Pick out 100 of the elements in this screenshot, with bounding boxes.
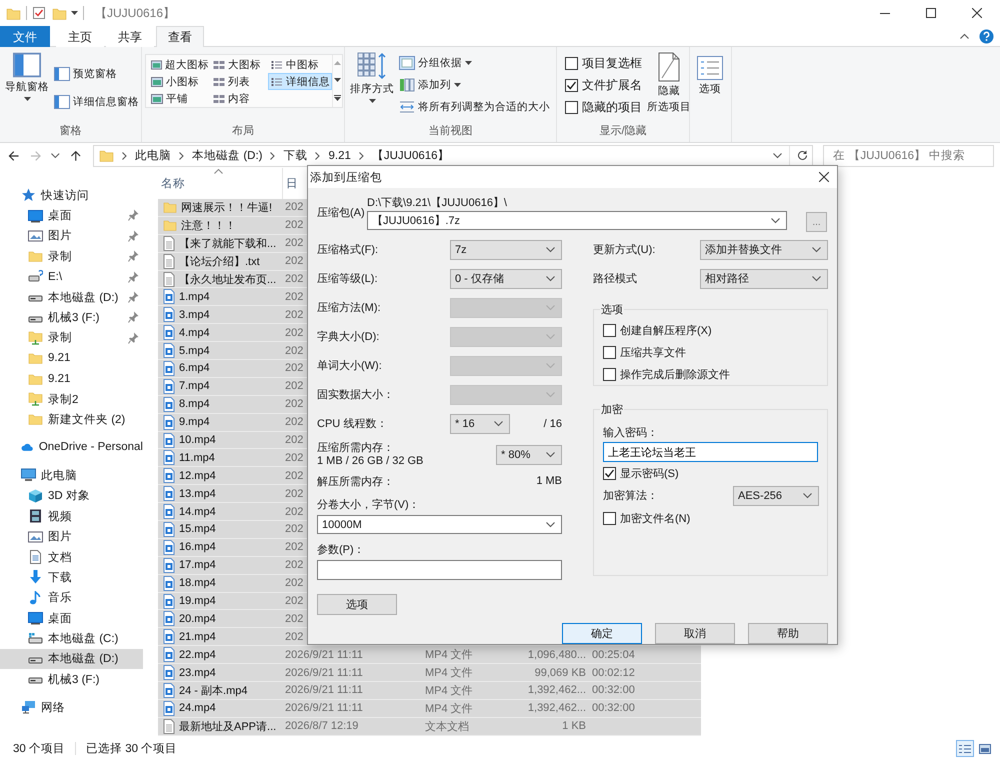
sidebar-item[interactable]: 新建文件夹 (2) bbox=[0, 409, 143, 430]
checkbox[interactable] bbox=[603, 368, 616, 380]
sidebar-item[interactable]: 机械3 (F:) bbox=[0, 307, 143, 328]
dropdown[interactable]: AES-256 bbox=[733, 486, 819, 506]
sidebar-item[interactable]: 录制 bbox=[0, 246, 143, 267]
breadcrumb[interactable]: 【JUJU0616】 bbox=[372, 148, 450, 163]
pin-icon[interactable] bbox=[128, 250, 139, 262]
pin-icon[interactable] bbox=[128, 209, 139, 222]
pin-icon[interactable] bbox=[128, 332, 139, 344]
combo-box[interactable]: 10000M bbox=[317, 515, 562, 534]
layout-option[interactable]: 详细信息 bbox=[268, 73, 332, 90]
breadcrumb[interactable]: 此电脑 bbox=[135, 148, 172, 163]
view-button[interactable]: 分组依据 bbox=[399, 52, 550, 74]
desktop-icon bbox=[28, 611, 43, 626]
refresh-icon[interactable] bbox=[797, 150, 808, 161]
collapse-ribbon-icon[interactable] bbox=[960, 33, 969, 39]
input-field[interactable] bbox=[317, 560, 562, 580]
sidebar-item[interactable]: 桌面 bbox=[0, 608, 143, 628]
help-icon[interactable] bbox=[979, 28, 994, 44]
pin-icon[interactable] bbox=[128, 290, 139, 303]
dropdown[interactable]: 0 - 仅存储 bbox=[450, 268, 562, 288]
back-arrow-icon[interactable] bbox=[8, 150, 20, 162]
sidebar-item[interactable]: 录制 bbox=[0, 328, 143, 348]
navigation-pane-button[interactable]: 导航窗格 bbox=[3, 52, 51, 118]
sidebar-item[interactable]: 图片 bbox=[0, 226, 143, 246]
file-row[interactable]: 24 - 副本.mp4 2026/9/21 11:11 MP4 文件 1,392,462... 00:32:00 bbox=[158, 682, 701, 700]
sidebar-item[interactable]: 9.21 bbox=[0, 368, 143, 389]
video-file-icon bbox=[163, 414, 175, 430]
breadcrumb[interactable]: 9.21 bbox=[328, 150, 351, 162]
layout-option[interactable]: 列表 bbox=[210, 73, 268, 90]
pin-icon[interactable] bbox=[128, 311, 139, 324]
layout-option[interactable]: 小图标 bbox=[148, 73, 210, 90]
details-view-button[interactable] bbox=[956, 740, 974, 757]
dropdown[interactable]: * 16 bbox=[450, 414, 510, 434]
checkbox[interactable] bbox=[565, 56, 578, 70]
dropdown[interactable]: 添加并替换文件 bbox=[700, 240, 828, 260]
checkbox[interactable] bbox=[603, 346, 616, 358]
breadcrumb[interactable]: 下载 bbox=[283, 148, 308, 163]
file-row[interactable]: 23.mp4 2026/9/21 11:11 MP4 文件 99,069 KB 00:02:12 bbox=[158, 664, 701, 682]
sidebar-item[interactable]: 快速访问 bbox=[0, 185, 143, 206]
pane-button[interactable]: 预览窗格 bbox=[54, 60, 139, 88]
layout-option[interactable]: 大图标 bbox=[210, 56, 268, 73]
dropdown[interactable]: * 80% bbox=[496, 444, 562, 464]
sidebar-item[interactable]: 录制2 bbox=[0, 388, 143, 410]
checkbox[interactable] bbox=[603, 324, 616, 336]
sort-button[interactable]: 排序方式 bbox=[348, 52, 396, 118]
options-button[interactable]: 选项 bbox=[317, 594, 397, 615]
dialog-button[interactable]: 取消 bbox=[655, 623, 735, 644]
sidebar-item[interactable]: E:\ bbox=[0, 266, 143, 287]
dropdown[interactable]: 7z bbox=[450, 240, 562, 260]
combo-box[interactable]: 【JUJU0616】.7z bbox=[367, 211, 787, 230]
checkbox[interactable] bbox=[565, 78, 578, 92]
file-name: 9.mp4 bbox=[179, 416, 210, 428]
ribbon-tab[interactable]: 文件 bbox=[0, 26, 50, 47]
layout-option[interactable]: 平铺 bbox=[148, 90, 210, 107]
file-size: 1,096,480... bbox=[528, 648, 586, 661]
search-field[interactable]: 在 【JUJU0616】 中搜索 bbox=[823, 144, 994, 166]
sidebar-item[interactable]: 本地磁盘 (D:) bbox=[0, 286, 143, 308]
file-row[interactable]: 22.mp4 2026/9/21 11:11 MP4 文件 1,096,480... 00:25:04 bbox=[158, 646, 701, 664]
dropdown[interactable]: 相对路径 bbox=[700, 268, 828, 288]
layout-option[interactable]: 内容 bbox=[210, 90, 268, 107]
sidebar-item[interactable]: 9.21 bbox=[0, 348, 143, 369]
sidebar-item[interactable]: 图片 bbox=[0, 526, 143, 547]
checkbox[interactable] bbox=[603, 512, 616, 524]
sidebar-item[interactable]: 下载 bbox=[0, 567, 143, 588]
pin-icon[interactable] bbox=[128, 270, 139, 283]
pane-button[interactable]: 详细信息窗格 bbox=[54, 88, 139, 116]
file-row[interactable]: 最新地址及APP请... 2026/8/7 12:19 文本文档 1 KB bbox=[158, 718, 701, 736]
checklist-icon[interactable] bbox=[32, 6, 46, 20]
sidebar-item[interactable]: 本地磁盘 (D:) bbox=[0, 648, 143, 670]
layout-option[interactable]: 超大图标 bbox=[148, 56, 210, 73]
sort-icon bbox=[357, 52, 387, 80]
more-icon[interactable] bbox=[334, 94, 341, 101]
dialog-button[interactable]: 帮助 bbox=[748, 623, 828, 644]
details-pane-icon bbox=[54, 95, 70, 109]
view-button[interactable]: 添加列 bbox=[399, 74, 550, 96]
layout-option[interactable]: 中图标 bbox=[268, 56, 332, 73]
sidebar-item[interactable]: 机械3 (F:) bbox=[0, 669, 143, 690]
sidebar-item[interactable]: 网络 bbox=[0, 697, 143, 718]
up-arrow-icon[interactable] bbox=[70, 150, 82, 162]
sidebar-item[interactable]: 桌面 bbox=[0, 205, 143, 226]
sidebar-item[interactable]: 3D 对象 bbox=[0, 486, 143, 506]
ribbon-tab[interactable]: 查看 bbox=[156, 26, 204, 47]
password-field[interactable]: 上老王论坛当老王 bbox=[603, 442, 818, 462]
sidebar-item[interactable]: 视频 bbox=[0, 506, 143, 526]
view-button[interactable]: 将所有列调整为合适的大小 bbox=[399, 96, 550, 118]
options-button[interactable]: 选项 bbox=[693, 56, 727, 142]
file-name: 6.mp4 bbox=[179, 362, 210, 374]
checkbox[interactable] bbox=[603, 466, 616, 480]
sidebar-item[interactable]: 此电脑 bbox=[0, 465, 143, 486]
sidebar-item[interactable]: OneDrive - Personal bbox=[0, 437, 143, 458]
breadcrumb[interactable]: 本地磁盘 (D:) bbox=[192, 148, 262, 163]
sidebar-item[interactable]: 音乐 bbox=[0, 588, 143, 608]
sidebar-item[interactable]: 本地磁盘 (C:) bbox=[0, 628, 143, 649]
pin-icon[interactable] bbox=[128, 230, 139, 242]
hide-selected-button[interactable]: 隐藏 所选项目 bbox=[645, 52, 693, 118]
file-row[interactable]: 24.mp4 2026/9/21 11:11 MP4 文件 1,392,462... 00:32:00 bbox=[158, 700, 701, 718]
dialog-button[interactable]: 确定 bbox=[562, 623, 642, 644]
checkbox[interactable] bbox=[565, 100, 578, 114]
sidebar-item[interactable]: 文档 bbox=[0, 546, 143, 568]
